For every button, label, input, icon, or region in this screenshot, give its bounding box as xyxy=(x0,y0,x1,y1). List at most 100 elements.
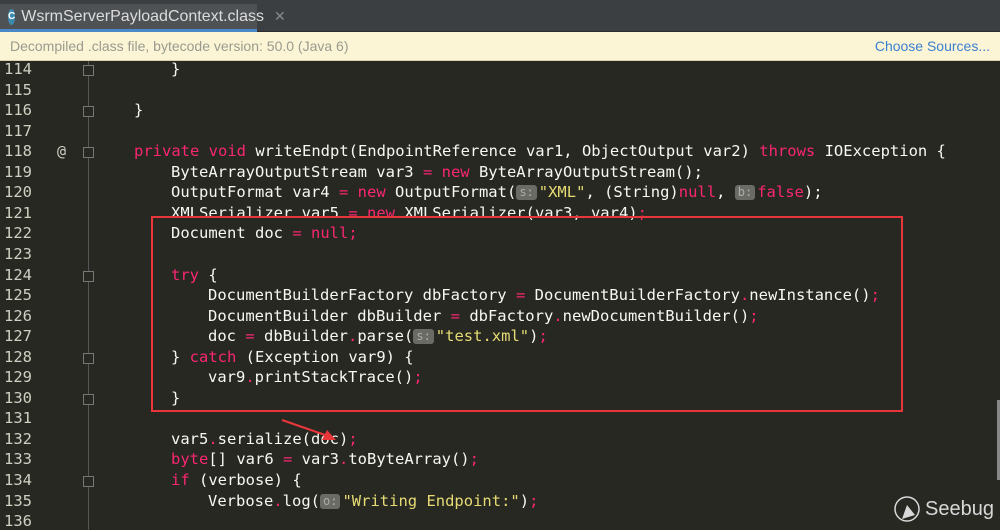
parameter-hint: o: xyxy=(320,493,341,509)
code-token: OutputFormat( xyxy=(394,183,517,202)
class-file-icon: C xyxy=(8,8,16,25)
line-number: 127 xyxy=(4,327,32,346)
code-token: "Writing Endpoint:" xyxy=(342,491,520,510)
code-token: writeEndpt(EndpointReference var1, Objec… xyxy=(255,142,760,161)
line-number: 132 xyxy=(4,429,32,448)
code-token: Verbose xyxy=(208,491,274,510)
code-token: ; xyxy=(529,491,539,510)
code-token: } xyxy=(171,61,181,78)
line-number: 133 xyxy=(4,450,32,469)
code-line[interactable]: 133 byte[] var6 = var3.toByteArray(); xyxy=(0,449,1000,470)
code-line[interactable]: 116} xyxy=(0,100,1000,121)
line-number: 115 xyxy=(4,80,32,99)
code-token: , (String) xyxy=(585,183,679,202)
code-token: } xyxy=(134,101,144,120)
code-text: } xyxy=(134,100,143,121)
code-text: ByteArrayOutputStream var3 = new ByteArr… xyxy=(171,162,703,183)
code-line[interactable]: 136 xyxy=(0,511,1000,530)
code-text: if (verbose) { xyxy=(171,470,302,491)
line-number: 120 xyxy=(4,183,32,202)
line-number: 124 xyxy=(4,265,32,284)
code-line[interactable]: 120 OutputFormat var4 = new OutputFormat(… xyxy=(0,182,1000,203)
fold-marker-icon[interactable] xyxy=(83,147,94,159)
code-token: ; xyxy=(469,450,479,469)
code-token: ); xyxy=(803,183,823,202)
code-line[interactable]: 134 if (verbose) { xyxy=(0,470,1000,491)
code-token: if xyxy=(171,471,199,489)
code-line[interactable]: 132 var5.serialize(doc); xyxy=(0,429,1000,450)
code-line[interactable]: 119 ByteArrayOutputStream var3 = new Byte… xyxy=(0,162,1000,183)
highlight-box xyxy=(151,216,903,412)
line-number: 136 xyxy=(4,512,32,530)
code-token: ByteArrayOutputStream(); xyxy=(478,162,703,181)
seebug-logo-icon xyxy=(894,496,920,522)
code-token: ByteArrayOutputStream var3 xyxy=(171,162,423,181)
choose-sources-link[interactable]: Choose Sources... xyxy=(875,38,990,54)
code-text: } xyxy=(171,61,180,80)
fold-marker-icon[interactable] xyxy=(83,106,94,118)
code-text: private void writeEndpt(EndpointReferenc… xyxy=(134,141,946,162)
line-number: 116 xyxy=(4,101,32,120)
close-icon[interactable]: ✕ xyxy=(274,8,286,25)
editor-tab-bar: C WsrmServerPayloadContext.class ✕ xyxy=(0,0,1000,32)
fold-marker-icon[interactable] xyxy=(83,393,94,405)
code-line[interactable]: 114} xyxy=(0,61,1000,80)
tab-label: WsrmServerPayloadContext.class xyxy=(21,7,264,25)
code-token: toByteArray() xyxy=(348,450,470,469)
code-token: , xyxy=(716,183,735,202)
code-token: false xyxy=(757,183,804,202)
code-text: Verbose.log(o: "Writing Endpoint:"); xyxy=(208,491,538,512)
red-arrow-annotation xyxy=(281,419,336,440)
code-text: byte[] var6 = var3.toByteArray(); xyxy=(171,449,479,470)
code-token: byte xyxy=(171,450,209,469)
code-token: = xyxy=(422,162,442,181)
line-number: 128 xyxy=(4,347,32,366)
code-token: private void xyxy=(134,142,256,161)
code-token: var3 xyxy=(301,450,339,469)
line-number: 135 xyxy=(4,491,32,510)
override-marker-icon[interactable]: @ xyxy=(57,141,66,162)
code-token: . xyxy=(208,429,218,448)
code-line[interactable]: 117 xyxy=(0,121,1000,142)
code-token: var5 xyxy=(171,429,209,448)
code-token: new xyxy=(357,183,395,202)
code-token: . xyxy=(338,450,349,469)
code-token: = xyxy=(282,450,302,469)
code-token: throws xyxy=(759,142,825,161)
code-line[interactable]: 115 xyxy=(0,80,1000,101)
fold-marker-icon[interactable] xyxy=(83,352,94,364)
code-line[interactable]: 135 Verbose.log(o: "Writing Endpoint:"); xyxy=(0,491,1000,512)
line-number: 117 xyxy=(4,121,32,140)
line-number: 123 xyxy=(4,244,32,263)
code-token: . xyxy=(273,491,283,510)
tab-wsrm-server-payload-context[interactable]: C WsrmServerPayloadContext.class ✕ xyxy=(0,4,286,32)
code-token: new xyxy=(441,162,479,181)
fold-marker-icon[interactable] xyxy=(83,65,94,76)
line-number: 131 xyxy=(4,409,32,428)
banner-text: Decompiled .class file, bytecode version… xyxy=(10,38,349,54)
code-token: ) xyxy=(519,491,530,510)
code-token: = xyxy=(338,183,358,202)
watermark-text: Seebug xyxy=(925,497,994,520)
seebug-watermark: Seebug xyxy=(893,495,994,523)
code-token: (verbose) { xyxy=(199,471,302,489)
code-text: OutputFormat var4 = new OutputFormat(s: "… xyxy=(171,182,823,203)
line-number: 134 xyxy=(4,471,32,489)
line-number: 122 xyxy=(4,224,32,243)
line-number: 119 xyxy=(4,162,32,181)
code-token: "XML" xyxy=(538,183,586,202)
code-token: null xyxy=(678,183,717,202)
line-number: 118 xyxy=(4,142,32,161)
line-number: 130 xyxy=(4,388,32,407)
code-line[interactable]: 118 @ private void writeEndpt(EndpointRefe… xyxy=(0,141,1000,162)
parameter-hint: b: xyxy=(734,185,756,201)
code-token: IOException { xyxy=(824,142,946,161)
fold-marker-icon[interactable] xyxy=(83,476,94,487)
line-number: 129 xyxy=(4,368,32,387)
code-token: [] var6 xyxy=(208,450,283,469)
line-number: 121 xyxy=(4,203,32,222)
code-token: log( xyxy=(282,491,320,510)
fold-marker-icon[interactable] xyxy=(83,270,94,282)
decompiled-banner: Decompiled .class file, bytecode version… xyxy=(0,32,1000,61)
code-token: ; xyxy=(348,429,358,448)
